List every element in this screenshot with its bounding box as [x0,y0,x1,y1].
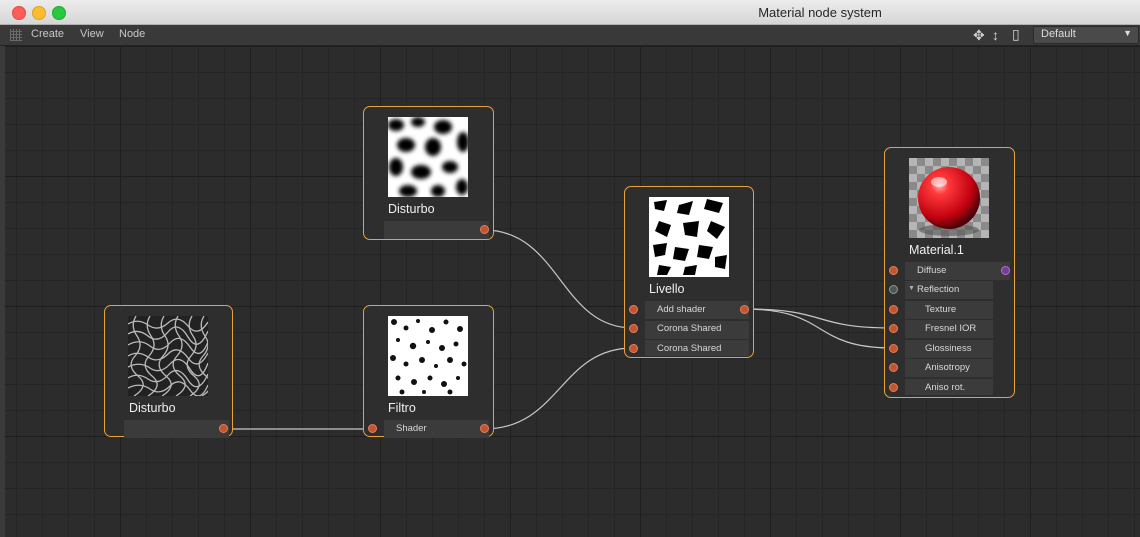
input-port-diffuse[interactable] [889,266,898,275]
grip-icon[interactable] [10,29,22,41]
chevron-down-icon: ▼ [1123,28,1132,38]
port-label: Corona Shared [657,323,722,334]
port-label: Fresnel IOR [925,323,977,334]
input-port-texture[interactable] [889,305,898,314]
move-icon[interactable]: ✥ [973,27,985,44]
node-title: Disturbo [388,202,435,216]
node-material[interactable]: Material.1 Diffuse ▼ Reflection Texture … [884,147,1015,398]
menu-node[interactable]: Node [119,28,145,40]
triangle-down-icon[interactable]: ▼ [908,285,915,292]
output-row [384,221,489,239]
layer-texture-thumbnail [649,197,729,277]
input-port-corona-shared[interactable] [629,324,638,333]
node-title: Disturbo [129,401,176,415]
port-label: Corona Shared [657,343,722,354]
port-label: Anisotropy [925,362,970,373]
input-port-aniso-rot[interactable] [889,383,898,392]
output-port[interactable] [740,305,749,314]
port-label: Diffuse [917,265,947,276]
input-port-reflection[interactable] [889,285,898,294]
input-port-anisotropy[interactable] [889,363,898,372]
preset-value: Default [1041,28,1076,40]
filter-texture-thumbnail [388,316,468,396]
port-label: Aniso rot. [925,382,966,393]
node-filtro[interactable]: Filtro Shader [363,305,494,438]
scroll-vertical-icon[interactable]: ↕ [992,27,999,43]
port-label: Shader [396,423,427,434]
input-port-fresnel-ior[interactable] [889,324,898,333]
port-label: Glossiness [925,343,972,354]
output-port[interactable] [480,424,489,433]
input-port-add-shader[interactable] [629,305,638,314]
menu-create[interactable]: Create [31,28,64,40]
node-disturbo-left[interactable]: Disturbo [104,305,233,438]
port-label: Texture [925,304,957,315]
input-port-corona-shared[interactable] [629,344,638,353]
noise-texture-thumbnail [128,316,208,396]
node-title: Filtro [388,401,416,415]
output-row [124,420,229,438]
output-port[interactable] [219,424,228,433]
node-livello[interactable]: Livello Add shader Corona Shared Corona … [624,186,754,358]
preset-dropdown[interactable]: Default ▼ [1033,26,1139,44]
menu-bar: Create View Node ✥ ↕ ▯ Default ▼ [0,25,1140,46]
title-bar: Material node system [0,0,1140,25]
node-disturbo-top[interactable]: Disturbo [363,106,494,240]
input-port-glossiness[interactable] [889,344,898,353]
input-port[interactable] [368,424,377,433]
material-preview-thumbnail [909,158,989,238]
node-title: Livello [649,282,685,296]
window-title: Material node system [758,5,882,20]
port-label: Reflection [917,284,960,295]
output-port[interactable] [1001,266,1010,275]
node-title: Material.1 [909,243,964,257]
menu-view[interactable]: View [80,28,104,40]
layout-icon[interactable]: ▯ [1012,26,1020,43]
port-label: Add shader [657,304,706,315]
noise-texture-thumbnail [388,117,468,197]
output-port[interactable] [480,225,489,234]
